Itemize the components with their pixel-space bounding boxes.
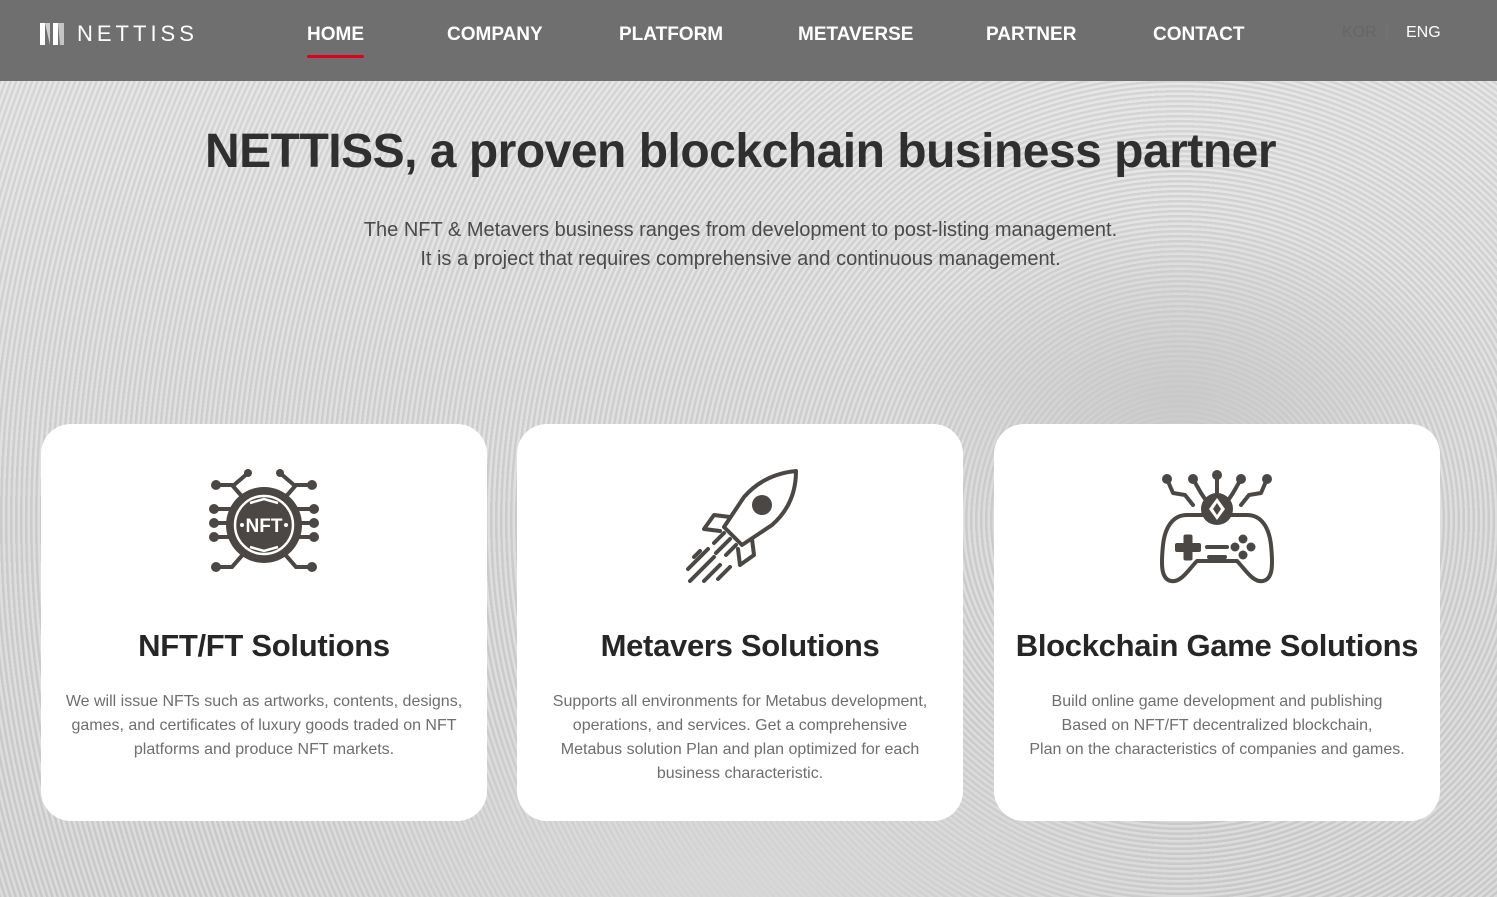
card-description: We will issue NFTs such as artworks, con…: [65, 693, 463, 758]
solution-card-blockchain-game[interactable]: Blockchain Game Solutions Build online g…: [994, 424, 1440, 821]
language-eng[interactable]: ENG: [1406, 24, 1441, 42]
nav-partner[interactable]: PARTNER: [986, 24, 1076, 46]
solution-card-nft[interactable]: NFT NFT/FT Solutions We will issue NFTs …: [41, 424, 487, 821]
rocket-icon: [680, 469, 800, 587]
card-description-line: Build online game development and publis…: [1051, 693, 1383, 710]
nav-platform[interactable]: PLATFORM: [619, 24, 723, 46]
language-separator: |: [1385, 24, 1390, 41]
nettiss-logo-mark-icon: [40, 23, 64, 45]
card-description-line: Plan on the characteristics of companies…: [1029, 741, 1405, 758]
card-title: Blockchain Game Solutions: [1015, 628, 1419, 663]
card-description-line: Based on NFT/FT decentralized blockchain…: [1061, 717, 1373, 734]
game-controller-icon: [1157, 469, 1277, 587]
card-description: Supports all environments for Metabus de…: [552, 693, 928, 782]
nft-chip-icon: NFT: [204, 469, 324, 587]
logo-text: NETTISS: [77, 21, 198, 46]
nettiss-logo[interactable]: NETTISS: [39, 20, 198, 48]
nav-metaverse[interactable]: METAVERSE: [798, 24, 913, 46]
language-kor[interactable]: KOR: [1342, 24, 1377, 42]
card-title: Metavers Solutions: [600, 628, 880, 663]
hero-title: NETTISS, a proven blockchain business pa…: [204, 125, 1277, 178]
top-navigation-bar: NETTISS HOME COMPANY PLATFORM METAVERSE …: [0, 0, 1497, 81]
card-title: NFT/FT Solutions: [138, 628, 390, 663]
card-description: Build online game development and publis…: [1018, 690, 1416, 762]
solution-card-metavers[interactable]: Metavers Solutions Supports all environm…: [517, 424, 963, 821]
nav-company[interactable]: COMPANY: [447, 24, 543, 46]
hero-subtitle-line2: It is a project that requires comprehens…: [420, 248, 1061, 270]
nft-icon-label: NFT: [246, 516, 283, 537]
hero-subtitle-line1: The NFT & Metavers business ranges from …: [363, 219, 1118, 241]
nav-home[interactable]: HOME: [307, 24, 364, 58]
nav-contact[interactable]: CONTACT: [1153, 24, 1244, 46]
